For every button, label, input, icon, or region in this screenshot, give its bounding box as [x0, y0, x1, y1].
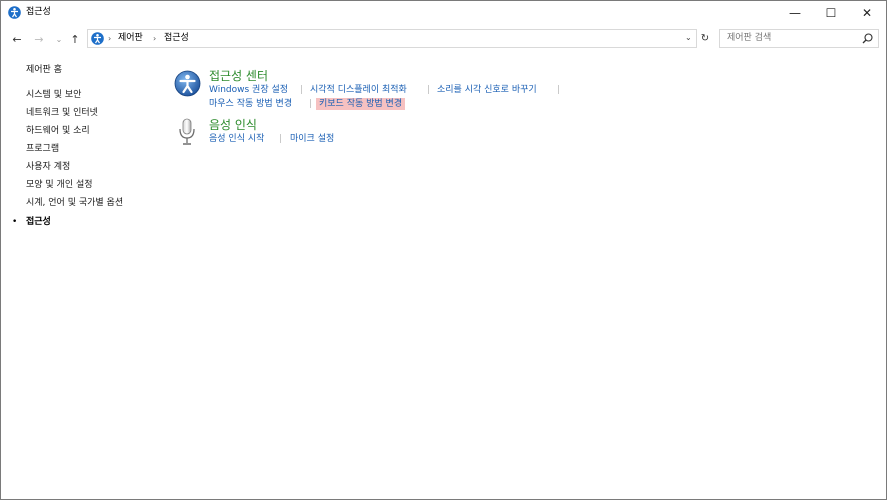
ease-of-access-icon[interactable] [174, 70, 201, 97]
refresh-icon: ↻ [700, 33, 710, 44]
search-input[interactable]: 제어판 검색 [719, 29, 879, 48]
link-replace-sounds-visual-cues[interactable]: 소리를 시각 신호로 바꾸기 [437, 84, 537, 96]
address-dropdown-icon[interactable]: ⌄ [685, 33, 692, 42]
ease-of-access-app-icon [8, 6, 21, 19]
sidebar-item-clock-region[interactable]: 시계, 언어 및 국가별 옵션 [26, 197, 123, 210]
sidebar-item-accessibility: 접근성 [26, 217, 51, 227]
window-title: 접근성 [26, 7, 51, 17]
breadcrumb-control-panel[interactable]: 제어판 [118, 32, 143, 45]
search-icon [862, 33, 873, 44]
link-divider: | [279, 134, 283, 144]
title-bar: 접근성 — ☐ ✕ [1, 1, 886, 25]
sidebar-item-system-security[interactable]: 시스템 및 보안 [26, 89, 81, 102]
link-divider: | [427, 85, 431, 95]
address-bar[interactable]: › 제어판 › 접근성 ⌄ [87, 29, 697, 48]
sidebar-item-programs[interactable]: 프로그램 [26, 143, 59, 156]
sidebar-item-user-accounts[interactable]: 사용자 계정 [26, 161, 70, 174]
refresh-button[interactable]: ↻ [698, 29, 712, 48]
maximize-button[interactable]: ☐ [813, 1, 849, 25]
search-placeholder: 제어판 검색 [727, 33, 772, 43]
minimize-icon: — [789, 6, 801, 20]
back-button[interactable]: ← [9, 31, 25, 47]
sidebar-item-appearance[interactable]: 모양 및 개인 설정 [26, 179, 93, 192]
current-item-bullet-icon: • [12, 217, 18, 227]
breadcrumb-separator-icon: › [153, 34, 157, 43]
forward-button[interactable]: → [31, 31, 47, 47]
sidebar-item-control-panel-home[interactable]: 제어판 홈 [26, 64, 62, 77]
link-set-up-microphone[interactable]: 마이크 설정 [290, 133, 334, 145]
breadcrumb-accessibility[interactable]: 접근성 [164, 32, 189, 45]
chevron-down-icon: ⌄ [55, 34, 63, 44]
category-title-ease-of-access-center[interactable]: 접근성 센터 [209, 68, 268, 84]
link-divider: | [300, 85, 304, 95]
link-change-mouse-settings[interactable]: 마우스 작동 방법 변경 [209, 98, 292, 110]
back-arrow-icon: ← [12, 32, 22, 46]
sidebar-item-hardware-sound[interactable]: 하드웨어 및 소리 [26, 125, 90, 138]
link-change-keyboard-settings[interactable]: 키보드 작동 방법 변경 [316, 98, 406, 110]
sidebar-item-network-internet[interactable]: 네트워크 및 인터넷 [26, 107, 98, 120]
link-start-speech-recognition[interactable]: 음성 인식 시작 [209, 133, 264, 145]
control-panel-icon [91, 32, 104, 45]
recent-locations-button[interactable]: ⌄ [51, 31, 67, 47]
forward-arrow-icon: → [34, 32, 44, 46]
link-optimize-visual-display[interactable]: 시각적 디스플레이 최적화 [310, 84, 407, 96]
up-arrow-icon: ↑ [70, 32, 80, 46]
maximize-icon: ☐ [825, 6, 837, 20]
category-title-speech-recognition[interactable]: 음성 인식 [209, 117, 257, 133]
sidebar: 제어판 홈 시스템 및 보안 네트워크 및 인터넷 하드웨어 및 소리 프로그램… [1, 53, 161, 493]
close-button[interactable]: ✕ [849, 1, 885, 25]
up-button[interactable]: ↑ [67, 31, 83, 47]
breadcrumb-separator-icon: › [108, 34, 112, 43]
link-divider: | [557, 85, 561, 95]
minimize-button[interactable]: — [777, 1, 813, 25]
link-divider: | [309, 99, 313, 109]
microphone-icon[interactable] [178, 118, 196, 147]
link-windows-recommended-settings[interactable]: Windows 권장 설정 [209, 84, 288, 96]
control-panel-window: 접근성 — ☐ ✕ ← → ⌄ ↑ › 제어판 › 접근성 ⌄ ↻ 제어판 검색 [0, 0, 887, 500]
close-icon: ✕ [861, 6, 873, 20]
